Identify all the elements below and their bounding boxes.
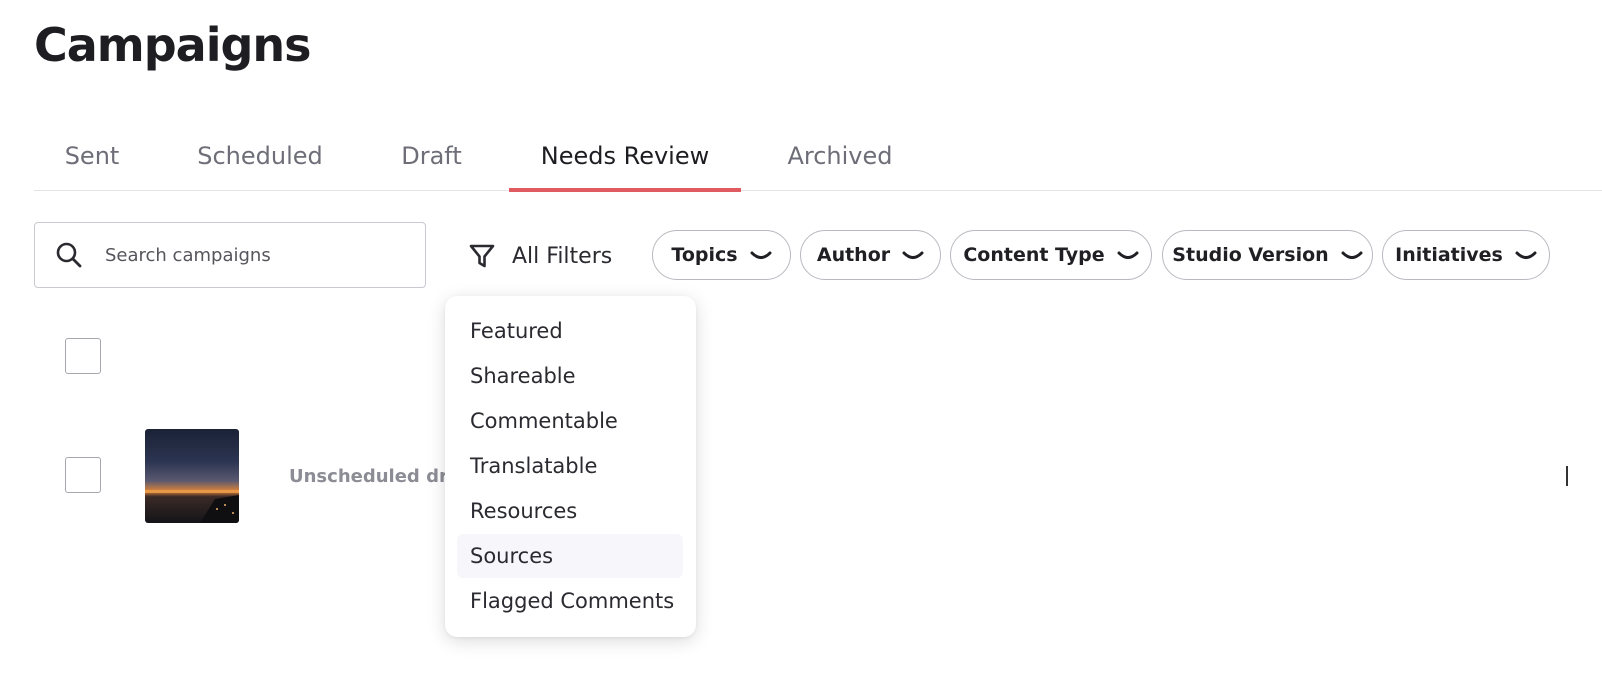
- chevron-down-icon: [1117, 251, 1139, 259]
- menu-item-commentable[interactable]: Commentable: [457, 399, 683, 443]
- all-filters-button[interactable]: All Filters: [468, 238, 612, 274]
- select-all-checkbox[interactable]: [65, 338, 101, 374]
- menu-item-resources[interactable]: Resources: [457, 489, 683, 533]
- initiatives-filter-chip[interactable]: Initiatives: [1382, 230, 1550, 280]
- menu-item-sources[interactable]: Sources: [457, 534, 683, 578]
- tab-scheduled[interactable]: Scheduled: [174, 120, 346, 191]
- tab-archived[interactable]: Archived: [767, 120, 913, 191]
- search-icon: [56, 242, 82, 268]
- campaign-status-text: Unscheduled dra: [289, 466, 460, 487]
- campaign-thumbnail: [145, 429, 239, 523]
- studio-version-filter-chip[interactable]: Studio Version: [1162, 230, 1373, 280]
- menu-item-translatable[interactable]: Translatable: [457, 444, 683, 488]
- menu-item-shareable[interactable]: Shareable: [457, 354, 683, 398]
- tab-bar: Sent Scheduled Draft Needs Review Archiv…: [34, 120, 1602, 192]
- author-filter-chip[interactable]: Author: [800, 230, 941, 280]
- topics-filter-chip[interactable]: Topics: [652, 230, 791, 280]
- all-filters-label: All Filters: [512, 243, 613, 269]
- chip-label: Content Type: [963, 244, 1105, 266]
- search-input[interactable]: [103, 243, 387, 267]
- chip-label: Studio Version: [1172, 244, 1329, 266]
- chevron-down-icon: [902, 251, 924, 259]
- menu-item-flagged-comments[interactable]: Flagged Comments: [457, 579, 683, 623]
- content-type-filter-chip[interactable]: Content Type: [950, 230, 1152, 280]
- tab-sent[interactable]: Sent: [34, 120, 150, 191]
- page-title: Campaigns: [34, 18, 312, 72]
- tab-draft[interactable]: Draft: [379, 120, 484, 191]
- chevron-down-icon: [1341, 251, 1363, 259]
- menu-item-featured[interactable]: Featured: [457, 309, 683, 353]
- chip-label: Topics: [671, 244, 738, 266]
- filter-icon: [469, 244, 495, 268]
- filters-dropdown-menu: Featured Shareable Commentable Translata…: [445, 296, 696, 637]
- chevron-down-icon: [750, 251, 772, 259]
- chevron-down-icon: [1515, 251, 1537, 259]
- row-checkbox[interactable]: [65, 457, 101, 493]
- chip-label: Author: [816, 244, 891, 266]
- tab-needs-review[interactable]: Needs Review: [509, 120, 741, 192]
- chip-label: Initiatives: [1395, 244, 1503, 266]
- scroll-edge-indicator: [1566, 466, 1568, 486]
- search-box: [34, 222, 426, 288]
